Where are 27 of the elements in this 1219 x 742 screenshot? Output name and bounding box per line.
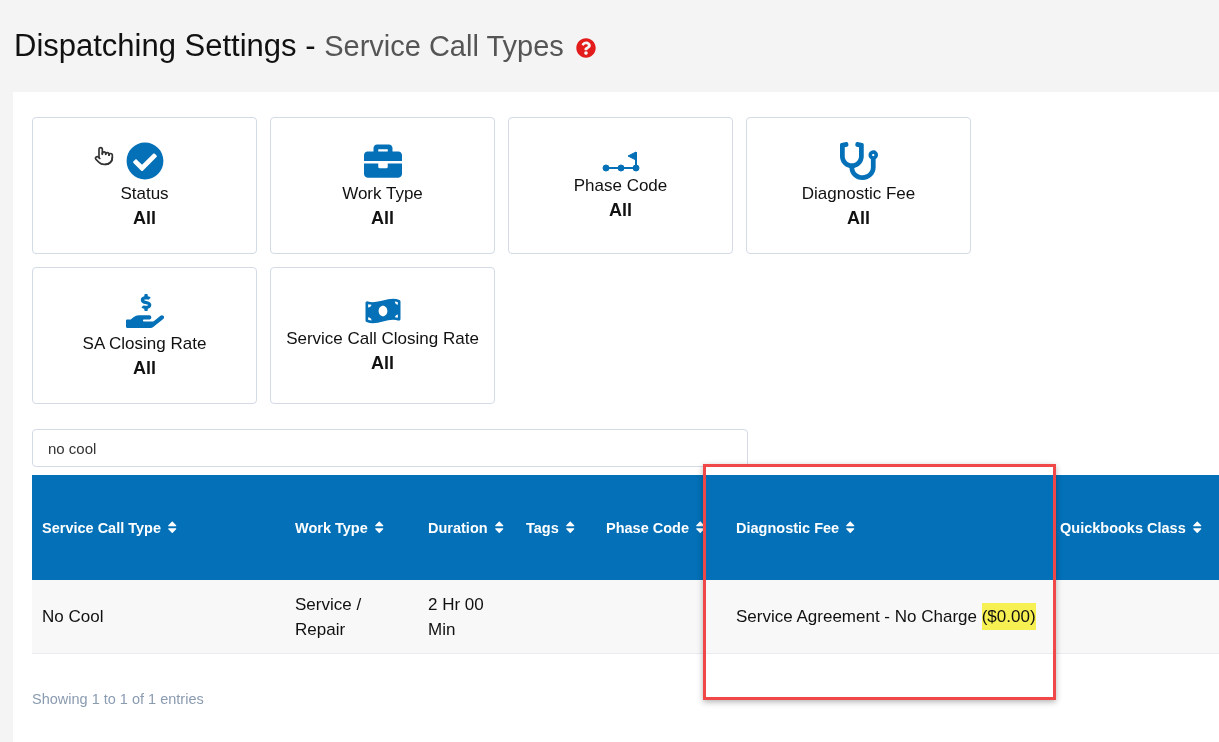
hand-money-icon (125, 292, 164, 330)
filter-card[interactable]: Status All (32, 117, 257, 254)
table-cell: No Cool (32, 580, 285, 654)
filter-card[interactable]: Work Type All (270, 117, 495, 254)
column-header[interactable]: Tags (516, 475, 596, 580)
search-field[interactable]: no cool (32, 429, 748, 467)
column-header[interactable]: Diagnostic Fee (726, 475, 1050, 580)
table-cell: Service Agreement - No Charge ($0.00) (726, 580, 1050, 654)
column-header[interactable]: Duration (418, 475, 516, 580)
entries-info: Showing 1 to 1 of 1 entries (32, 691, 205, 707)
filter-card[interactable]: Diagnostic Fee All (746, 117, 971, 254)
table-cell: 2 Hr 00 Min (418, 580, 516, 654)
column-header[interactable]: Service Call Type (32, 475, 285, 580)
briefcase-icon (363, 142, 402, 180)
column-header[interactable]: Work Type (285, 475, 418, 580)
filter-card[interactable]: Phase Code All (508, 117, 733, 254)
page-title: Dispatching Settings - Service Call Types (14, 28, 564, 64)
filter-card[interactable]: SA Closing Rate All (32, 267, 257, 404)
column-header[interactable]: Phase Code (596, 475, 726, 580)
dots-flag-icon (601, 150, 640, 172)
help-icon[interactable] (575, 38, 596, 58)
money-bill-icon (363, 297, 402, 325)
table-cell: Service / Repair (285, 580, 418, 654)
stethoscope-icon (839, 142, 878, 180)
column-header[interactable]: Quickbooks Class (1050, 475, 1219, 580)
filter-card[interactable]: Service Call Closing Rate All (270, 267, 495, 404)
hand-cursor-icon (94, 145, 114, 167)
